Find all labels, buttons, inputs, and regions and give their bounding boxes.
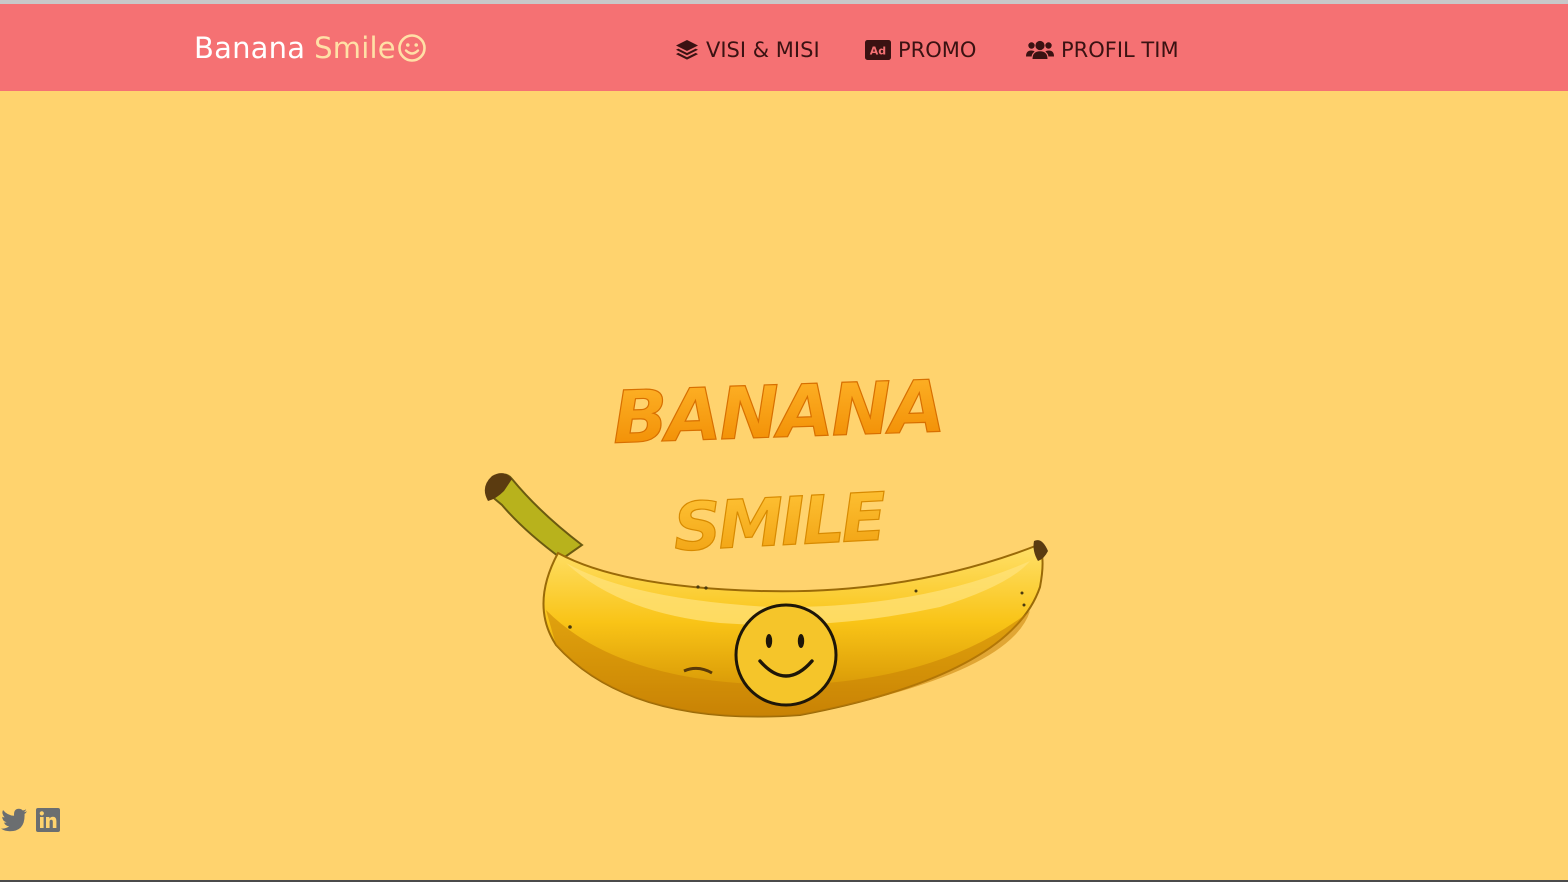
svg-text:Ad: Ad xyxy=(870,45,886,58)
hero-logo-text-smile: SMILE xyxy=(672,478,889,566)
social-links xyxy=(0,806,60,834)
social-link-linkedin[interactable] xyxy=(36,808,60,832)
hero-logo-text-banana: BANANA xyxy=(611,364,944,459)
twitter-icon xyxy=(0,808,28,832)
users-icon xyxy=(1026,39,1054,61)
nav-profil-tim[interactable]: PROFIL TIM xyxy=(1026,34,1179,66)
brand-word-banana: Banana xyxy=(194,31,306,65)
brand-logo-link[interactable]: Banana Smile xyxy=(194,28,427,68)
linkedin-icon xyxy=(36,808,60,832)
navbar: Banana Smile VISI & MISI Ad PROMO PROFIL… xyxy=(0,4,1568,91)
nav-visi-misi-label: VISI & MISI xyxy=(706,38,820,62)
hero-banana-smile-logo: BANANA SMILE xyxy=(470,355,1070,735)
ad-icon: Ad xyxy=(865,40,891,60)
hero-smiley-face xyxy=(734,603,838,707)
layers-icon xyxy=(675,38,699,62)
nav-promo[interactable]: Ad PROMO xyxy=(865,34,976,66)
brand-word-smile: Smile xyxy=(314,31,396,65)
social-link-twitter[interactable] xyxy=(0,808,28,832)
nav-promo-label: PROMO xyxy=(898,38,977,62)
nav-profil-tim-label: PROFIL TIM xyxy=(1061,38,1179,62)
nav-visi-misi[interactable]: VISI & MISI xyxy=(675,34,820,66)
smile-icon xyxy=(397,33,427,63)
